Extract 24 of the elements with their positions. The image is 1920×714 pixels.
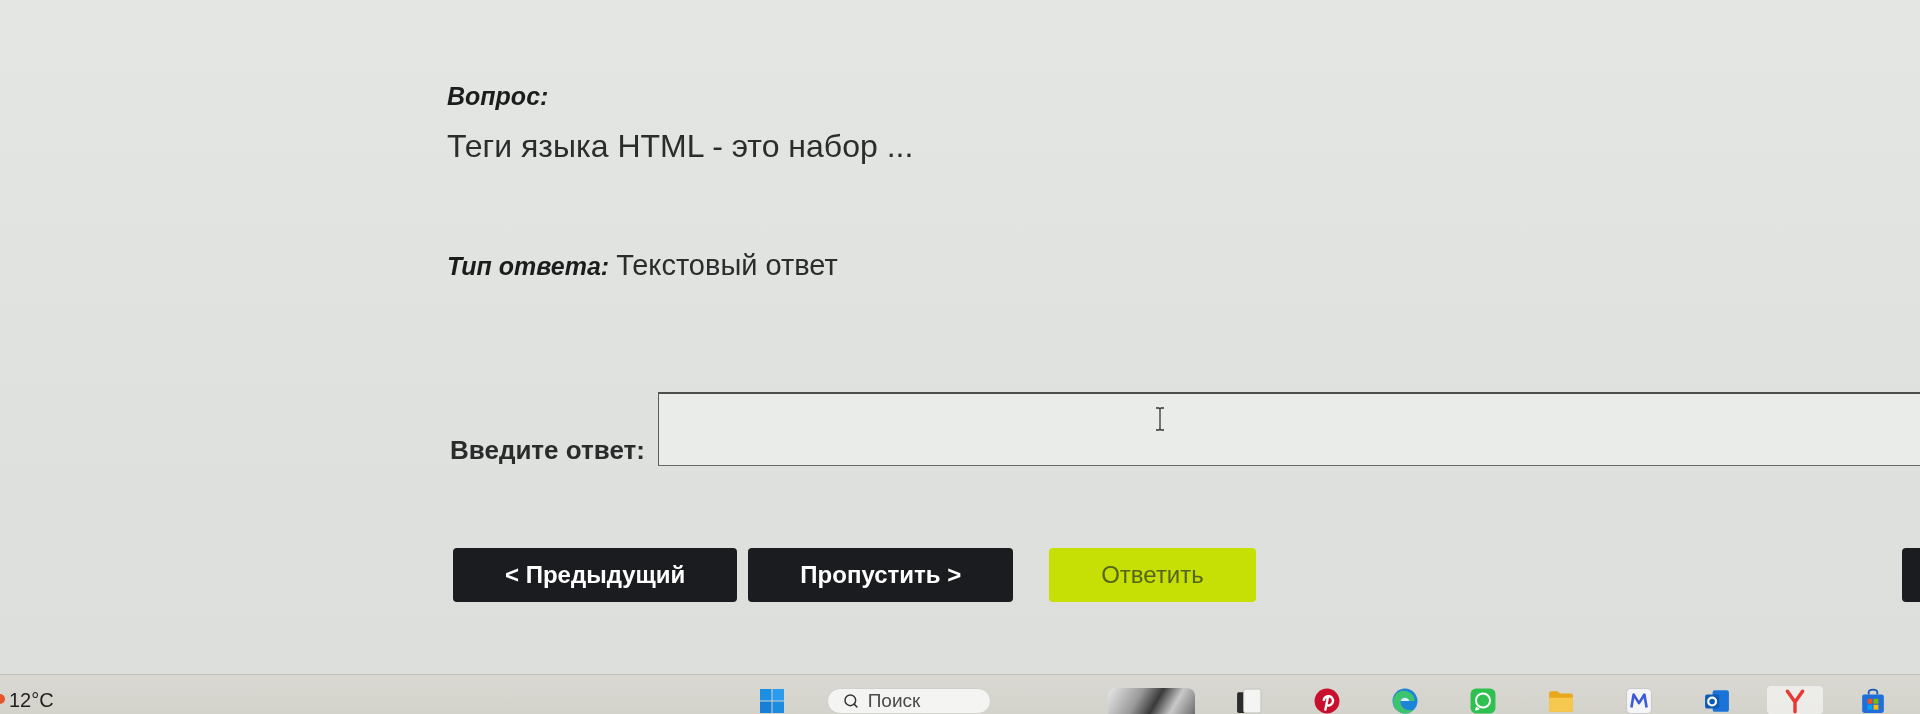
tiles-icon [759,689,784,713]
nav-button[interactable]: Пропустить > [748,548,1014,602]
question-text: Теги языка HTML - это набор ... [447,127,914,166]
answer-field[interactable] [657,392,1920,466]
answer-type-value: Текстовый ответ [616,248,838,283]
start-button[interactable] [757,688,786,714]
ring-tile-icon [1703,688,1730,714]
chat-bubble-icon [1469,688,1496,714]
shopping-bag-icon [1859,688,1886,714]
zigzag-tile-icon [1625,688,1652,714]
temperature-text: 12°C [9,688,54,712]
widget-image[interactable] [1107,688,1195,714]
search-field[interactable]: Поиск [826,688,991,714]
answer-button[interactable]: Ответить [1049,548,1256,602]
question-heading: Вопрос: [447,81,549,112]
folder-icon [1547,688,1574,714]
wave-logo-icon [1391,688,1418,714]
weather-icon [0,694,6,704]
circle-logo-icon [1313,688,1340,714]
search-icon [842,693,859,709]
answer-type-label: Тип ответа: [447,251,610,282]
text-cursor-icon [1154,407,1165,431]
nav-button[interactable]: < Предыдущий [453,548,738,602]
answer-label: Введите ответ: [450,438,645,462]
